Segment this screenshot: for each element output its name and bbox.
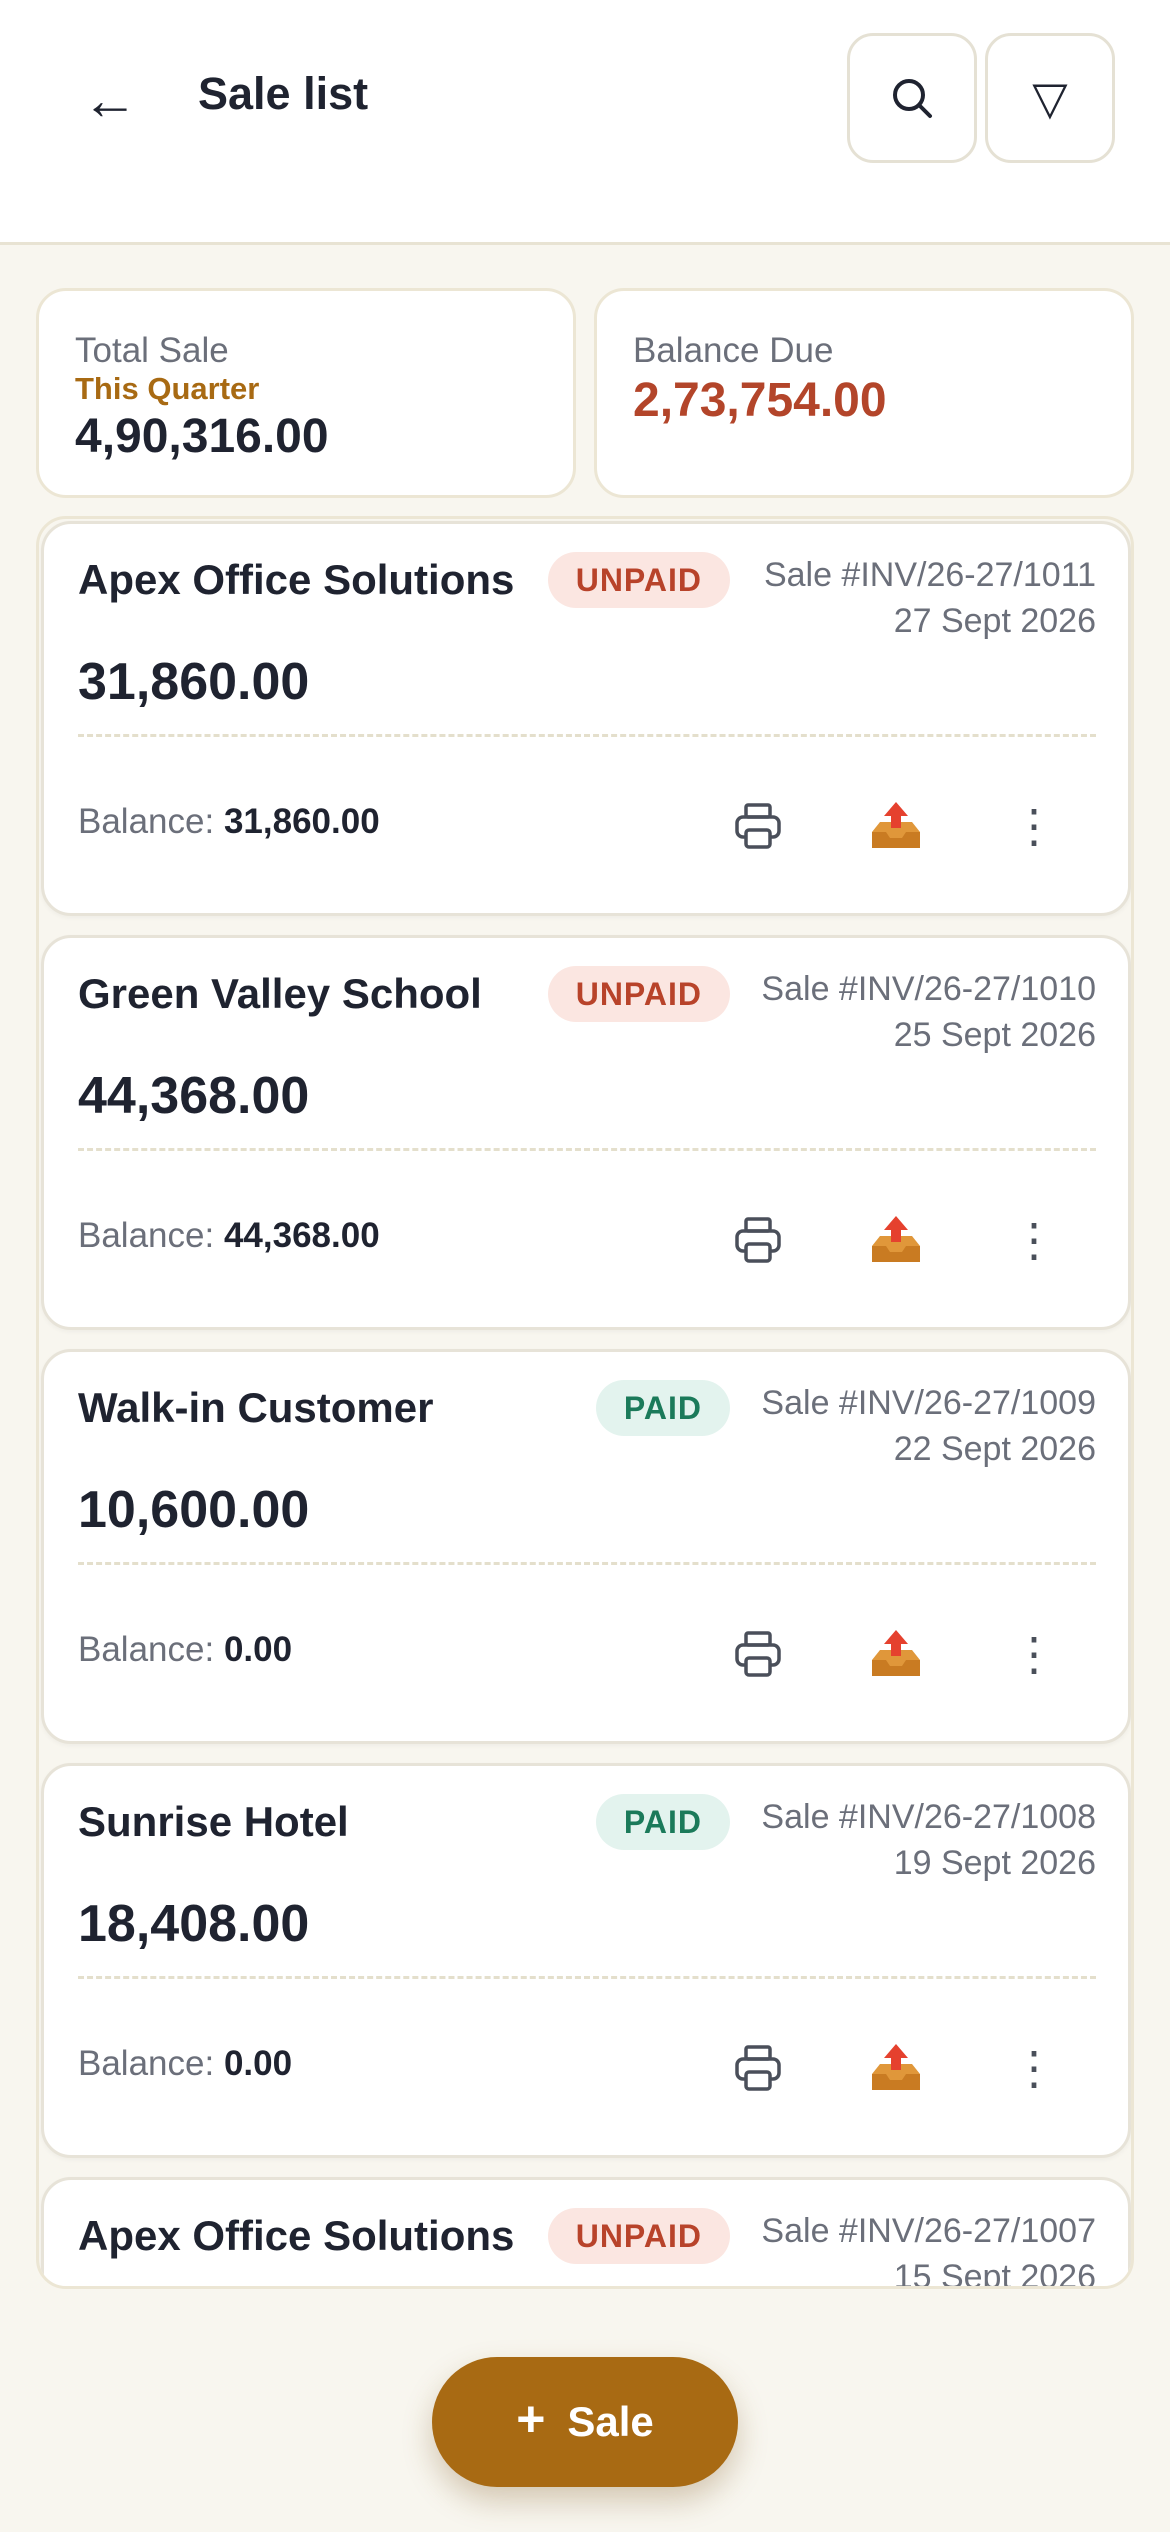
total-sale-card: Total Sale This Quarter 4,90,316.00 [36, 288, 576, 498]
print-button[interactable] [718, 1200, 798, 1280]
plus-icon: + [516, 2391, 546, 2447]
sale-amount: 31,860.00 [78, 653, 310, 711]
invoice-number: Sale #INV/26-27/1010 [761, 970, 1096, 1008]
balance-value: 0.00 [223, 1630, 293, 1669]
invoice-number: Sale #INV/26-27/1011 [763, 556, 1096, 594]
invoice-info: Sale #INV/26-27/1007 15 Sept 2026 [761, 2208, 1096, 2289]
sale-amount: 44,368.00 [78, 1067, 310, 1125]
invoice-date: 15 Sept 2026 [893, 2258, 1096, 2289]
invoice-info: Sale #INV/26-27/1009 22 Sept 2026 [761, 1380, 1096, 1472]
invoice-date: 27 Sept 2026 [893, 602, 1096, 640]
balance-label: Balance: [78, 1216, 215, 1255]
filter-button[interactable]: ▽ [985, 33, 1115, 163]
back-arrow-icon[interactable]: ← [70, 60, 150, 140]
outbox-tray-icon [872, 1216, 920, 1262]
add-sale-button[interactable]: + Sale [432, 2357, 738, 2487]
balance-label: Balance: [78, 2044, 215, 2083]
share-button[interactable] [856, 1614, 936, 1694]
print-button[interactable] [718, 786, 798, 866]
outbox-tray-icon [872, 802, 920, 848]
status-badge: PAID [595, 1380, 730, 1436]
search-icon [893, 79, 932, 118]
share-button[interactable] [856, 2028, 936, 2108]
invoice-number: Sale #INV/26-27/1007 [761, 2212, 1096, 2250]
period-label[interactable]: This Quarter [75, 371, 537, 407]
total-sale-label: Total Sale [75, 331, 229, 370]
divider [78, 734, 1096, 737]
invoice-info: Sale #INV/26-27/1011 27 Sept 2026 [764, 552, 1096, 644]
invoice-info: Sale #INV/26-27/1008 19 Sept 2026 [761, 1794, 1096, 1886]
customer-name: Green Valley School [78, 970, 482, 1017]
more-vertical-icon[interactable]: ⋮ [994, 1200, 1074, 1280]
outbox-tray-icon [872, 1630, 920, 1676]
divider [78, 1148, 1096, 1151]
sale-card[interactable]: Apex Office Solutions UNPAID Sale #INV/2… [41, 521, 1131, 916]
sale-amount: 18,408.00 [78, 1895, 310, 1953]
balance-due-label: Balance Due [633, 331, 834, 370]
app-header: ← Sale list ▽ [0, 0, 1170, 245]
balance-label: Balance: [78, 1630, 215, 1669]
invoice-number: Sale #INV/26-27/1009 [761, 1384, 1096, 1422]
status-badge: UNPAID [547, 2208, 730, 2264]
balance-value: 44,368.00 [223, 1216, 380, 1255]
print-button[interactable] [718, 1614, 798, 1694]
status-badge: UNPAID [547, 966, 730, 1022]
divider [78, 1562, 1096, 1565]
balance-value: 0.00 [223, 2044, 293, 2083]
invoice-number: Sale #INV/26-27/1008 [761, 1798, 1096, 1836]
balance-row: Balance: 44,368.00 [78, 1216, 380, 1256]
printer-icon [735, 803, 781, 849]
more-vertical-icon[interactable]: ⋮ [994, 786, 1074, 866]
balance-due-value: 2,73,754.00 [633, 374, 887, 427]
sale-amount: 10,600.00 [78, 1481, 310, 1539]
status-badge: PAID [595, 1794, 730, 1850]
page-title: Sale list [198, 68, 369, 119]
print-button[interactable] [718, 2028, 798, 2108]
sale-card[interactable]: Green Valley School UNPAID Sale #INV/26-… [41, 935, 1131, 1330]
add-sale-label: Sale [567, 2398, 654, 2445]
share-button[interactable] [856, 786, 936, 866]
more-vertical-icon[interactable]: ⋮ [994, 1614, 1074, 1694]
balance-due-card: Balance Due 2,73,754.00 [594, 288, 1134, 498]
customer-name: Apex Office Solutions [78, 2212, 515, 2259]
invoice-date: 19 Sept 2026 [893, 1844, 1096, 1882]
printer-icon [735, 2045, 781, 2091]
divider [78, 1976, 1096, 1979]
sale-card[interactable]: Apex Office Solutions UNPAID Sale #INV/2… [41, 2177, 1131, 2289]
search-button[interactable] [847, 33, 977, 163]
balance-label: Balance: [78, 802, 215, 841]
customer-name: Sunrise Hotel [78, 1798, 349, 1845]
sale-card[interactable]: Sunrise Hotel PAID Sale #INV/26-27/1008 … [41, 1763, 1131, 2158]
customer-name: Apex Office Solutions [78, 556, 515, 603]
outbox-tray-icon [872, 2044, 920, 2090]
balance-row: Balance: 31,860.00 [78, 802, 380, 842]
sale-card[interactable]: Walk-in Customer PAID Sale #INV/26-27/10… [41, 1349, 1131, 1744]
balance-row: Balance: 0.00 [78, 2044, 292, 2084]
invoice-date: 22 Sept 2026 [893, 1430, 1096, 1468]
invoice-info: Sale #INV/26-27/1010 25 Sept 2026 [761, 966, 1096, 1058]
filter-icon: ▽ [1032, 72, 1068, 124]
more-vertical-icon[interactable]: ⋮ [994, 2028, 1074, 2108]
share-button[interactable] [856, 1200, 936, 1280]
printer-icon [735, 1631, 781, 1677]
status-badge: UNPAID [547, 552, 730, 608]
customer-name: Walk-in Customer [78, 1384, 434, 1431]
balance-value: 31,860.00 [223, 802, 380, 841]
invoice-date: 25 Sept 2026 [893, 1016, 1096, 1054]
sale-list[interactable]: Apex Office Solutions UNPAID Sale #INV/2… [36, 516, 1134, 2289]
balance-row: Balance: 0.00 [78, 1630, 292, 1670]
total-sale-value: 4,90,316.00 [75, 410, 329, 463]
printer-icon [735, 1217, 781, 1263]
